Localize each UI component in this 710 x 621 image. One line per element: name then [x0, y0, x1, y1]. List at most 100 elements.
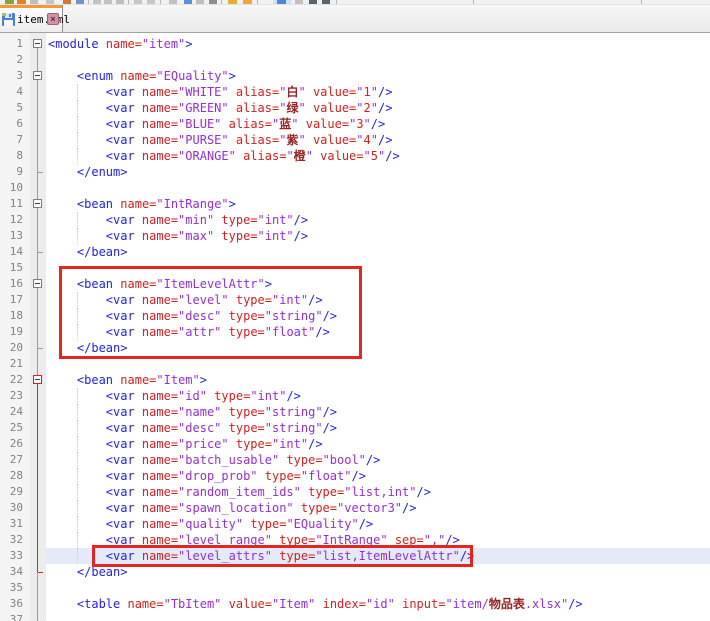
line-number[interactable]: 31 — [0, 516, 30, 532]
line-number[interactable]: 19 — [0, 324, 30, 340]
line-number[interactable]: 23 — [0, 388, 30, 404]
line-number[interactable]: 33 — [0, 548, 30, 564]
code-text[interactable]: <var name="min" type="int"/> — [46, 212, 710, 228]
code-text[interactable] — [46, 260, 710, 276]
code-text[interactable]: <var name="id" type="int"/> — [46, 388, 710, 404]
tab-item-xml[interactable]: item.xml × — [0, 5, 63, 32]
toolbar-icon-sliver[interactable] — [641, 0, 642, 4]
code-text[interactable]: <enum name="EQuality"> — [46, 68, 710, 84]
line-number[interactable]: 10 — [0, 180, 30, 196]
code-text[interactable]: <bean name="Item"> — [46, 372, 710, 388]
toolbar-icon-sliver[interactable] — [88, 0, 89, 4]
toolbar-icon-sliver[interactable] — [147, 0, 155, 4]
toolbar-icon-sliver[interactable] — [473, 0, 474, 4]
line-number[interactable]: 7 — [0, 132, 30, 148]
code-text[interactable]: <var name="name" type="string"/> — [46, 404, 710, 420]
line-number[interactable]: 13 — [0, 228, 30, 244]
code-text[interactable]: <var name="batch_usable" type="bool"/> — [46, 452, 710, 468]
code-text[interactable]: <var name="max" type="int"/> — [46, 228, 710, 244]
line-number[interactable]: 35 — [0, 580, 30, 596]
code-text[interactable] — [46, 612, 710, 621]
fold-toggle-icon[interactable] — [30, 196, 46, 212]
toolbar-icon-sliver[interactable] — [128, 0, 129, 4]
toolbar-icon-sliver[interactable] — [169, 0, 177, 4]
code-text[interactable]: <var name="desc" type="string"/> — [46, 308, 710, 324]
line-number[interactable]: 30 — [0, 500, 30, 516]
code-text[interactable]: </bean> — [46, 564, 710, 580]
toolbar-icon-sliver[interactable] — [184, 0, 192, 4]
line-number[interactable]: 4 — [0, 84, 30, 100]
code-text[interactable] — [46, 356, 710, 372]
code-text[interactable]: <var name="desc" type="string"/> — [46, 420, 710, 436]
line-number[interactable]: 22 — [0, 372, 30, 388]
toolbar-icon-sliver[interactable] — [196, 0, 204, 4]
fold-toggle-icon[interactable] — [30, 68, 46, 84]
line-number[interactable]: 21 — [0, 356, 30, 372]
code-text[interactable]: <bean name="ItemLevelAttr"> — [46, 276, 710, 292]
code-text[interactable]: <bean name="IntRange"> — [46, 196, 710, 212]
code-text[interactable]: <var name="price" type="int"/> — [46, 436, 710, 452]
toolbar-icon-sliver[interactable] — [322, 0, 330, 4]
code-text[interactable]: <var name="attr" type="float"/> — [46, 324, 710, 340]
line-number[interactable]: 16 — [0, 276, 30, 292]
tab-close-icon[interactable]: × — [47, 13, 59, 25]
line-number[interactable]: 27 — [0, 452, 30, 468]
toolbar-icon-sliver[interactable] — [160, 0, 161, 4]
line-number[interactable]: 5 — [0, 100, 30, 116]
line-number[interactable]: 3 — [0, 68, 30, 84]
line-number[interactable]: 11 — [0, 196, 30, 212]
toolbar-icon-sliver[interactable] — [17, 0, 26, 4]
code-text[interactable]: <var name="level" type="int"/> — [46, 292, 710, 308]
toolbar-icon-sliver[interactable] — [116, 0, 124, 4]
code-text[interactable]: <var name="random_item_ids" type="list,i… — [46, 484, 710, 500]
line-number[interactable]: 24 — [0, 404, 30, 420]
line-number[interactable]: 2 — [0, 52, 30, 68]
toolbar-icon-sliver[interactable] — [309, 0, 317, 4]
line-number[interactable]: 28 — [0, 468, 30, 484]
line-number[interactable]: 20 — [0, 340, 30, 356]
code-text[interactable]: <var name="WHITE" alias="白" value="1"/> — [46, 84, 710, 100]
fold-toggle-icon[interactable] — [30, 372, 46, 388]
code-text[interactable]: <var name="ORANGE" alias="橙" value="5"/> — [46, 148, 710, 164]
toolbar-icon-sliver[interactable] — [209, 0, 217, 4]
code-text[interactable]: <var name="level_attrs" type="list,ItemL… — [46, 548, 710, 564]
code-text[interactable]: <var name="PURSE" alias="紫" value="4"/> — [46, 132, 710, 148]
toolbar-icon-sliver[interactable] — [5, 0, 14, 4]
toolbar-icon-sliver[interactable] — [228, 0, 237, 4]
code-text[interactable]: </bean> — [46, 340, 710, 356]
fold-toggle-icon[interactable] — [30, 276, 46, 292]
line-number[interactable]: 8 — [0, 148, 30, 164]
toolbar-icon-sliver[interactable] — [336, 0, 337, 4]
line-number[interactable]: 25 — [0, 420, 30, 436]
code-text[interactable] — [46, 180, 710, 196]
code-text[interactable]: </bean> — [46, 244, 710, 260]
line-number[interactable]: 26 — [0, 436, 30, 452]
toolbar-icon-sliver[interactable] — [134, 0, 142, 4]
code-text[interactable]: <var name="BLUE" alias="蓝" value="3"/> — [46, 116, 710, 132]
code-text[interactable] — [46, 52, 710, 68]
code-editor[interactable]: 1<module name="item">23 <enum name="EQua… — [0, 33, 710, 621]
code-text[interactable]: <var name="GREEN" alias="绿" value="2"/> — [46, 100, 710, 116]
line-number[interactable]: 14 — [0, 244, 30, 260]
line-number[interactable]: 1 — [0, 36, 30, 52]
line-number[interactable]: 12 — [0, 212, 30, 228]
line-number[interactable]: 15 — [0, 260, 30, 276]
toolbar-icon-sliver[interactable] — [243, 0, 252, 4]
toolbar-icon-sliver[interactable] — [30, 0, 38, 4]
toolbar-icon-sliver[interactable] — [46, 0, 54, 4]
code-text[interactable]: <var name="spawn_location" type="vector3… — [46, 500, 710, 516]
code-text[interactable]: <var name="quality" type="EQuality"/> — [46, 516, 710, 532]
toolbar-icon-sliver[interactable] — [257, 0, 258, 4]
line-number[interactable]: 18 — [0, 308, 30, 324]
toolbar-icon-sliver[interactable] — [63, 0, 71, 4]
code-text[interactable]: <table name="TbItem" value="Item" index=… — [46, 596, 710, 612]
code-text[interactable]: <var name="level_range" type="IntRange" … — [46, 532, 710, 548]
line-number[interactable]: 36 — [0, 596, 30, 612]
toolbar-icon-sliver[interactable] — [104, 0, 112, 4]
toolbar-icon-sliver[interactable] — [93, 0, 101, 4]
line-number[interactable]: 17 — [0, 292, 30, 308]
code-text[interactable]: </enum> — [46, 164, 710, 180]
toolbar-icon-sliver[interactable] — [295, 0, 303, 4]
line-number[interactable]: 37 — [0, 612, 30, 621]
line-number[interactable]: 6 — [0, 116, 30, 132]
